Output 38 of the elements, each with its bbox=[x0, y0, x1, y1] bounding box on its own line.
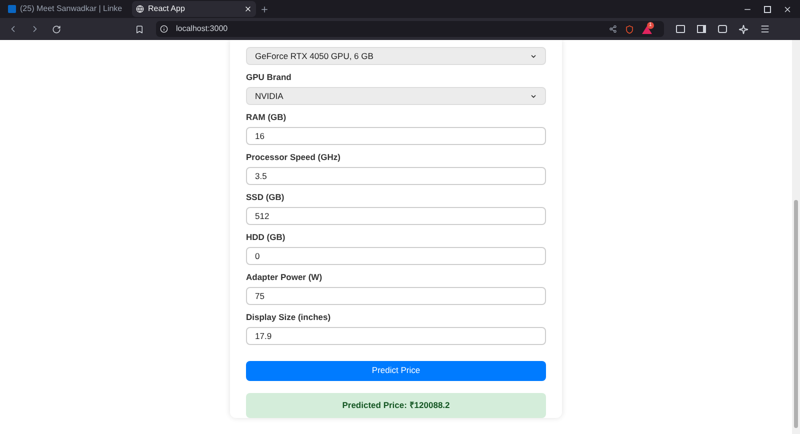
field-label: Adapter Power (W) bbox=[246, 272, 324, 282]
predict-price-button[interactable]: Predict Price bbox=[246, 361, 546, 381]
close-icon[interactable] bbox=[783, 4, 792, 14]
input-field[interactable]: 0 bbox=[246, 247, 546, 265]
caret-icon bbox=[530, 92, 537, 100]
field-label: SSD (GB) bbox=[246, 192, 286, 202]
input-field[interactable]: 75 bbox=[246, 287, 546, 305]
select-field[interactable]: NVIDIA bbox=[246, 87, 546, 105]
input-field[interactable]: 512 bbox=[246, 207, 546, 225]
restore-icon[interactable] bbox=[764, 6, 771, 12]
share-icon[interactable] bbox=[609, 25, 617, 33]
bookmark-icon[interactable] bbox=[135, 24, 144, 34]
field-label: GPU Brand bbox=[246, 72, 292, 82]
input-field[interactable]: 17.9 bbox=[246, 327, 546, 345]
input-field[interactable]: 3.5 bbox=[246, 167, 546, 185]
field-label: Display Size (inches) bbox=[246, 312, 332, 322]
menu-icon[interactable] bbox=[760, 24, 770, 34]
address-text: localhost:3000 bbox=[176, 23, 229, 35]
scrollbar[interactable] bbox=[792, 40, 800, 434]
linkedin-icon bbox=[8, 5, 16, 13]
new-tab-icon[interactable] bbox=[260, 4, 269, 14]
field-label: HDD (GB) bbox=[246, 232, 286, 242]
sparkle-icon[interactable] bbox=[739, 24, 748, 34]
input-field[interactable]: 16 bbox=[246, 127, 546, 145]
sidebar-icon[interactable] bbox=[697, 25, 706, 33]
browser-tab[interactable]: (25) Meet Sanwadkar | Linke bbox=[4, 1, 128, 17]
result-message: Predicted Price: ₹120088.2 bbox=[246, 392, 546, 418]
tab-title: React App bbox=[148, 3, 186, 15]
globe-icon bbox=[136, 5, 144, 13]
info-icon bbox=[160, 25, 168, 33]
caret-icon bbox=[530, 52, 537, 60]
field-label: RAM (GB) bbox=[246, 112, 288, 122]
reload-icon[interactable] bbox=[52, 24, 61, 34]
shield-icon[interactable] bbox=[625, 24, 634, 34]
select-field[interactable]: GeForce RTX 4050 GPU, 6 GB bbox=[246, 47, 546, 65]
tab-title: (25) Meet Sanwadkar | Linke bbox=[20, 3, 124, 15]
field-label: Processor Speed (GHz) bbox=[246, 152, 342, 162]
browser-tab[interactable]: React App bbox=[132, 1, 256, 17]
